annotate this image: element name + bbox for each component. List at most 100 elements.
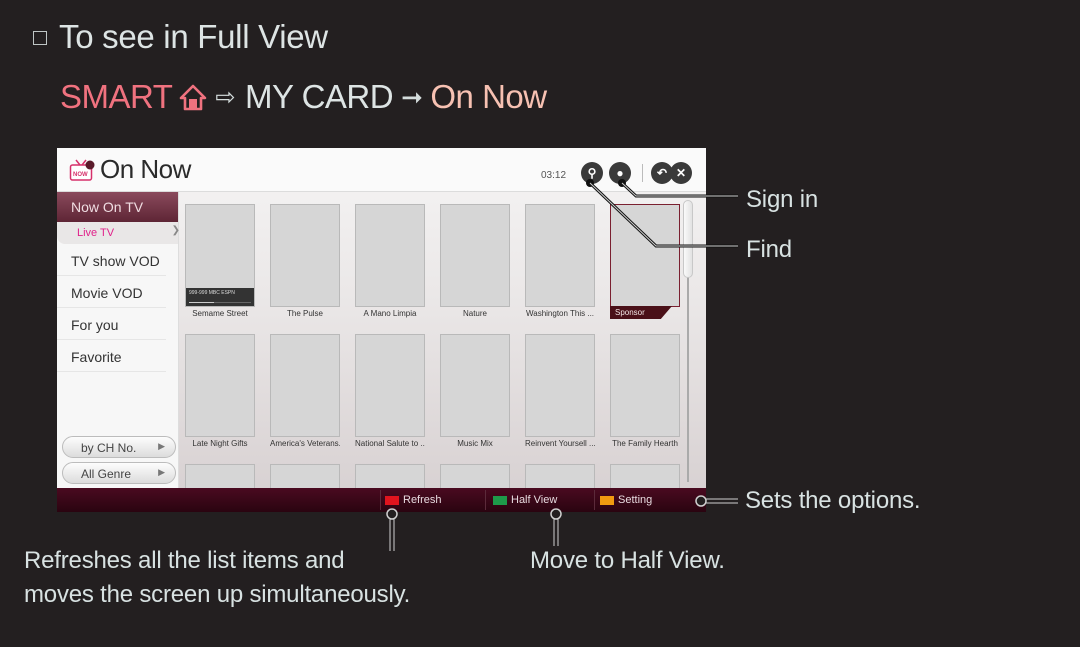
refresh-description-line2: moves the screen up simultaneously. <box>24 581 411 608</box>
sponsor-label: Sponsor <box>610 306 672 319</box>
program-title: Semame Street <box>192 309 248 318</box>
section-heading: To see in Full View <box>33 18 328 56</box>
divider <box>642 164 643 182</box>
half-view-button[interactable]: Half View <box>493 494 557 506</box>
live-channel-info: 999-999 MBC ESPN <box>189 290 235 296</box>
program-card[interactable]: America's Veterans... <box>270 334 340 448</box>
program-title: Reinvent Yoursell ... <box>525 439 595 448</box>
sponsor-card[interactable]: Sponsor <box>610 204 680 319</box>
program-title: A Mano Limpia <box>363 309 417 318</box>
setting-label: Setting <box>618 494 653 506</box>
program-card[interactable]: Nature <box>440 204 510 318</box>
close-icon: ✕ <box>675 166 687 180</box>
program-card[interactable]: National Salute to ... <box>355 334 425 448</box>
divider <box>594 490 595 510</box>
navigation-path: SMART ⇨ MY CARD ➞ On Now <box>60 78 547 116</box>
refresh-label: Refresh <box>403 494 442 506</box>
program-title: Late Night Gifts <box>192 439 248 448</box>
program-card[interactable]: A Mano Limpia <box>355 204 425 318</box>
program-title: The Family Hearth <box>612 439 678 448</box>
clock: 03:12 <box>541 170 567 181</box>
sidebar-item-favorite[interactable]: Favorite <box>57 340 166 372</box>
program-thumbnail: Sponsor <box>610 204 680 319</box>
divider <box>485 490 486 510</box>
close-button[interactable]: ✕ <box>670 162 692 184</box>
half-view-description: Move to Half View. <box>530 547 725 574</box>
sidebar-subitem-live-tv[interactable]: Live TV ❯ <box>57 222 180 244</box>
program-card[interactable]: Washington This ... <box>525 204 595 318</box>
find-callout: Find <box>746 236 792 263</box>
program-thumbnail: 999-999 MBC ESPN <box>185 204 255 307</box>
program-card[interactable]: Reinvent Yoursell ... <box>525 334 595 448</box>
home-icon <box>180 84 207 111</box>
progress-bar <box>189 302 251 303</box>
sidebar-item-for-you[interactable]: For you <box>57 308 166 340</box>
genre-label: All Genre <box>81 467 132 481</box>
scrollbar-thumb[interactable] <box>683 200 693 278</box>
program-thumbnail <box>270 204 340 307</box>
red-key-icon <box>385 495 399 505</box>
path-arrow-icon: ⇨ <box>215 83 236 111</box>
user-icon: ● <box>616 166 624 180</box>
program-thumbnail <box>440 204 510 307</box>
program-title: Nature <box>462 309 487 318</box>
program-grid: 999-999 MBC ESPN Semame Street The Pulse… <box>185 204 685 512</box>
sort-by-channel-button[interactable]: by CH No. ▶ <box>62 436 176 458</box>
checkbox-square-icon <box>33 31 47 45</box>
refresh-button[interactable]: Refresh <box>385 494 442 506</box>
on-now-logo-icon: NOW <box>69 159 95 181</box>
live-tv-label: Live TV <box>77 227 115 239</box>
program-thumbnail <box>355 334 425 437</box>
refresh-description-line1: Refreshes all the list items and <box>24 547 345 574</box>
search-icon: ⚲ <box>587 166 597 180</box>
program-thumbnail <box>440 334 510 437</box>
sidebar-item-now-on-tv[interactable]: Now On TV <box>57 192 178 222</box>
program-title: National Salute to ... <box>355 439 425 448</box>
program-thumbnail <box>355 204 425 307</box>
program-thumbnail <box>610 334 680 437</box>
sign-in-button[interactable]: ● <box>609 162 631 184</box>
program-card[interactable]: Music Mix <box>440 334 510 448</box>
program-thumbnail <box>525 204 595 307</box>
sidebar: Now On TV Live TV ❯ TV show VOD Movie VO… <box>57 192 180 488</box>
green-key-icon <box>493 495 507 505</box>
tv-header: NOW On Now 03:12 ⚲ ● ↶ ✕ <box>57 148 706 192</box>
live-info-bar: 999-999 MBC ESPN <box>186 288 254 306</box>
path-onnow: On Now <box>430 78 547 115</box>
yellow-key-icon <box>600 495 614 505</box>
sign-in-callout: Sign in <box>746 186 818 213</box>
program-thumbnail <box>525 334 595 437</box>
program-card[interactable]: The Family Hearth <box>610 334 680 448</box>
divider <box>380 490 381 510</box>
setting-button[interactable]: Setting <box>600 494 652 506</box>
genre-filter-button[interactable]: All Genre ▶ <box>62 462 176 484</box>
program-title: America's Veterans... <box>270 439 340 448</box>
program-title: Music Mix <box>457 439 493 448</box>
path-mycard: MY CARD <box>245 78 394 115</box>
search-button[interactable]: ⚲ <box>581 162 603 184</box>
program-title: The Pulse <box>286 309 324 318</box>
chevron-icon: ❯ <box>171 225 180 236</box>
path-arrow-icon: ➞ <box>401 81 423 112</box>
path-smart: SMART <box>60 78 173 115</box>
play-arrow-icon: ▶ <box>158 467 165 477</box>
back-icon: ↶ <box>656 166 668 180</box>
program-card[interactable]: 999-999 MBC ESPN Semame Street <box>185 204 255 318</box>
sort-label: by CH No. <box>81 441 137 455</box>
program-card[interactable]: The Pulse <box>270 204 340 318</box>
tv-footer: Refresh Half View Setting <box>57 488 706 512</box>
program-thumbnail <box>270 334 340 437</box>
tv-title: On Now <box>100 154 191 184</box>
sidebar-item-movie-vod[interactable]: Movie VOD <box>57 276 166 308</box>
program-title: Washington This ... <box>525 309 595 318</box>
sidebar-item-tv-show-vod[interactable]: TV show VOD <box>57 244 166 276</box>
play-arrow-icon: ▶ <box>158 441 165 451</box>
svg-text:NOW: NOW <box>73 172 88 178</box>
half-view-label: Half View <box>511 494 558 506</box>
heading-text: To see in Full View <box>59 18 328 55</box>
half-view-callout-line <box>550 508 562 546</box>
refresh-callout-line <box>386 508 398 551</box>
program-card[interactable]: Late Night Gifts <box>185 334 255 448</box>
sets-options-callout: Sets the options. <box>745 487 921 514</box>
tv-screen: NOW On Now 03:12 ⚲ ● ↶ ✕ Now On TV Live … <box>57 148 706 512</box>
